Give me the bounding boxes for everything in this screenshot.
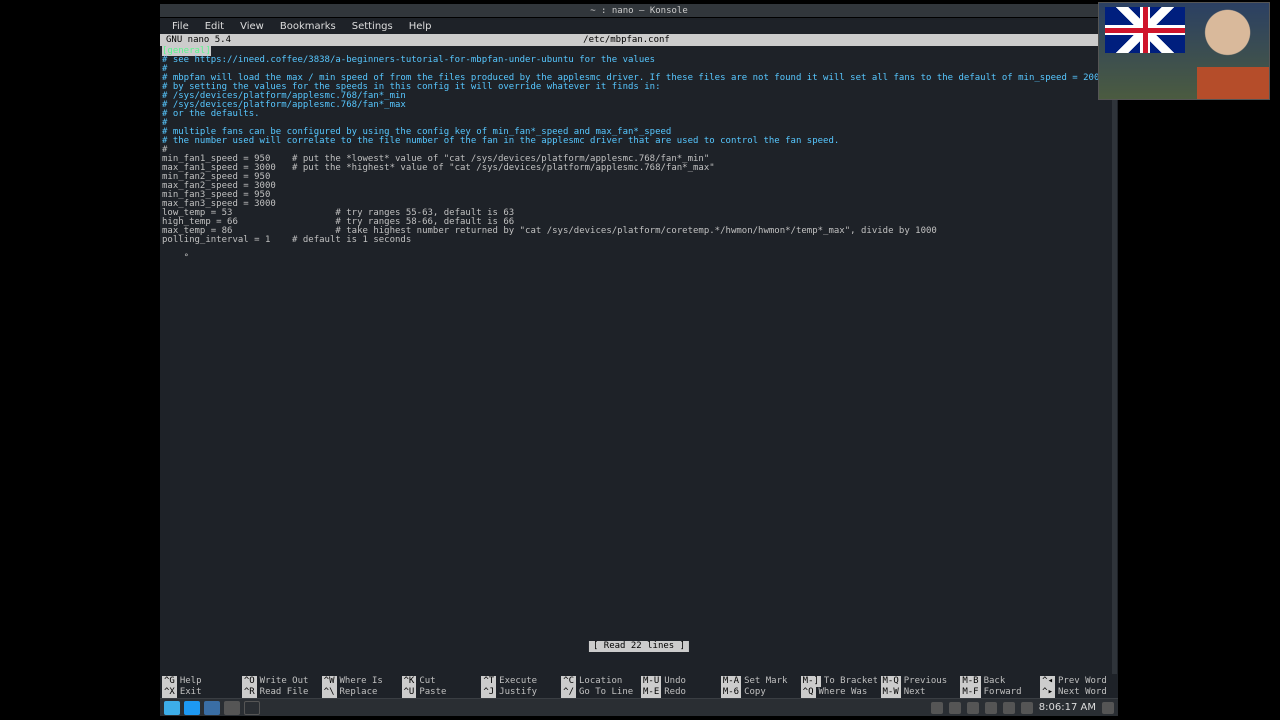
flag-icon (1105, 7, 1185, 53)
menubar: File Edit View Bookmarks Settings Help (160, 18, 1118, 34)
sc-whereis: ^WWhere Is (322, 676, 398, 687)
tray-icon[interactable] (931, 702, 943, 714)
volume-icon[interactable] (985, 702, 997, 714)
show-desktop-icon[interactable] (1102, 702, 1114, 714)
sc-writeout: ^OWrite Out (242, 676, 318, 687)
sc-location: ^CLocation (561, 676, 637, 687)
nano-statusbar: GNU nano 5.4 /etc/mbpfan.conf (160, 34, 1118, 46)
keyboard-icon[interactable] (949, 702, 961, 714)
network-icon[interactable] (1003, 702, 1015, 714)
sc-previous: M-QPrevious (881, 676, 957, 687)
presenter (1177, 3, 1269, 100)
sc-gotoline: ^/Go To Line (561, 687, 637, 698)
sc-setmark: M-ASet Mark (721, 676, 797, 687)
sc-cut: ^KCut (402, 676, 478, 687)
system-tray: 8:06:17 AM (931, 702, 1114, 714)
taskbar-konsole[interactable] (244, 701, 260, 715)
sc-paste: ^UPaste (402, 687, 478, 698)
read-lines-message: [ Read 22 lines ] (589, 641, 689, 652)
clock[interactable]: 8:06:17 AM (1039, 702, 1096, 713)
menu-help[interactable]: Help (401, 21, 440, 32)
sc-tobracket: M-]To Bracket (801, 676, 877, 687)
sc-replace: ^\Replace (322, 687, 398, 698)
konsole-window: ~ : nano — Konsole ⌄ File Edit View Book… (160, 4, 1118, 698)
menu-view[interactable]: View (232, 21, 272, 32)
config-block: # min_fan1_speed = 950 # put the *lowest… (162, 145, 937, 245)
taskbar: 8:06:17 AM (160, 698, 1118, 716)
scrollbar[interactable] (1112, 46, 1117, 674)
taskbar-app-3[interactable] (224, 701, 240, 715)
app-icon (164, 6, 174, 16)
menu-edit[interactable]: Edit (197, 21, 232, 32)
editor-area[interactable]: [general] # see https://ineed.coffee/383… (160, 46, 1118, 676)
sc-readfile: ^RRead File (242, 687, 318, 698)
window-titlebar[interactable]: ~ : nano — Konsole ⌄ (160, 4, 1118, 18)
nano-filename: /etc/mbpfan.conf (141, 34, 1112, 46)
window-title: ~ : nano — Konsole (590, 6, 688, 16)
sc-forward: M-FForward (960, 687, 1036, 698)
sc-exit: ^XExit (162, 687, 238, 698)
sc-nextword: ^▸Next Word (1040, 687, 1116, 698)
sc-undo: M-UUndo (641, 676, 717, 687)
sc-prevword: ^◂Prev Word (1040, 676, 1116, 687)
sc-next: M-WNext (881, 687, 957, 698)
sc-back: M-BBack (960, 676, 1036, 687)
start-menu-icon[interactable] (164, 701, 180, 715)
menu-file[interactable]: File (164, 21, 197, 32)
sc-redo: M-ERedo (641, 687, 717, 698)
chevron-up-icon[interactable] (1021, 702, 1033, 714)
nano-shortcuts: ^GHelp ^OWrite Out ^WWhere Is ^KCut ^TEx… (160, 676, 1118, 698)
menu-settings[interactable]: Settings (344, 21, 401, 32)
desktop: ~ : nano — Konsole ⌄ File Edit View Book… (0, 0, 1280, 720)
clipboard-icon[interactable] (967, 702, 979, 714)
sc-justify: ^JJustify (481, 687, 557, 698)
menu-bookmarks[interactable]: Bookmarks (272, 21, 344, 32)
comment-block: # see https://ineed.coffee/3838/a-beginn… (162, 55, 1118, 146)
taskbar-app-1[interactable] (184, 701, 200, 715)
sc-execute: ^TExecute (481, 676, 557, 687)
sc-copy: M-6Copy (721, 687, 797, 698)
webcam-overlay (1098, 2, 1270, 100)
taskbar-app-2[interactable] (204, 701, 220, 715)
sc-wherewas: ^QWhere Was (801, 687, 877, 698)
sc-help: ^GHelp (162, 676, 238, 687)
cursor-line: ° (162, 253, 189, 263)
